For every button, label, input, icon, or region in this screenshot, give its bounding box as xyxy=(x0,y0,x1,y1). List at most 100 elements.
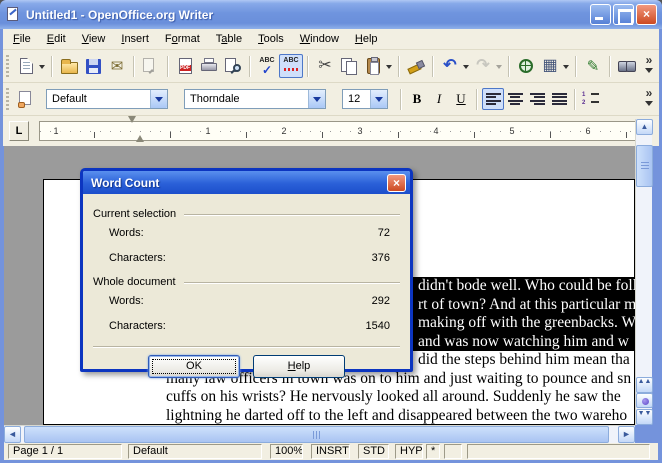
menu-window[interactable]: Window xyxy=(292,30,347,48)
menu-format[interactable]: Format xyxy=(157,30,208,48)
ruler-number: 5 xyxy=(507,125,516,137)
menu-view[interactable]: View xyxy=(74,30,114,48)
minimize-button[interactable] xyxy=(590,4,611,25)
scroll-left-button[interactable]: ◄ xyxy=(4,426,21,443)
paste-dropdown-icon[interactable] xyxy=(386,65,392,72)
horizontal-scrollbar[interactable]: ◄ ► xyxy=(4,425,635,443)
ok-button[interactable]: OK xyxy=(148,355,240,378)
tab-stop-selector[interactable]: L xyxy=(9,121,29,141)
scroll-right-button[interactable]: ► xyxy=(618,426,635,443)
vertical-scroll-thumb[interactable] xyxy=(636,145,653,187)
empty-status-field[interactable] xyxy=(444,444,462,459)
open-button[interactable] xyxy=(57,54,81,78)
words-label: Words: xyxy=(109,227,144,239)
print-button[interactable] xyxy=(197,54,221,78)
draw-functions-button[interactable]: ✎ xyxy=(581,54,605,78)
table-dropdown-icon[interactable] xyxy=(563,65,569,72)
spellcheck-checkmark-icon: ✓ xyxy=(262,63,272,77)
menu-insert[interactable]: Insert xyxy=(113,30,157,48)
email-button[interactable]: ✉ xyxy=(105,54,129,78)
italic-button[interactable]: I xyxy=(428,88,450,110)
close-button[interactable]: × xyxy=(636,4,657,25)
menu-tools[interactable]: Tools xyxy=(250,30,292,48)
ruler-tick xyxy=(94,132,95,138)
menu-file[interactable]: File xyxy=(5,30,39,48)
modified-flag-field[interactable]: * xyxy=(426,444,440,459)
style-dropdown-button[interactable] xyxy=(150,90,167,108)
page-preview-button[interactable] xyxy=(221,54,245,78)
hyperlink-button[interactable] xyxy=(514,54,538,78)
font-size-combobox[interactable]: 12 xyxy=(342,89,388,109)
dialog-close-button[interactable]: × xyxy=(387,174,406,192)
previous-page-button[interactable]: ▲▲ xyxy=(636,377,653,393)
align-left-button[interactable] xyxy=(482,88,504,110)
next-page-button[interactable]: ▼▼ xyxy=(636,409,653,425)
edit-file-icon xyxy=(143,58,159,75)
paintbrush-icon xyxy=(407,58,425,74)
justify-button[interactable] xyxy=(548,88,570,110)
zoom-field[interactable]: 100% xyxy=(270,444,303,459)
export-pdf-button[interactable]: PDF xyxy=(173,54,197,78)
insert-mode-field[interactable]: INSRT xyxy=(311,444,350,459)
scroll-up-button[interactable]: ▲ xyxy=(636,119,653,135)
insert-table-button[interactable]: ▦ xyxy=(538,54,562,78)
horizontal-ruler[interactable]: 1 1 2 3 4 5 6 xyxy=(39,121,637,141)
font-name-combobox[interactable]: Thorndale xyxy=(184,89,326,109)
page-style-field[interactable]: Default xyxy=(128,444,262,459)
styles-hand-icon xyxy=(18,102,25,108)
horizontal-scroll-thumb[interactable] xyxy=(24,426,609,443)
toolbar-separator xyxy=(400,89,402,110)
cut-button[interactable]: ✂ xyxy=(313,54,337,78)
navigation-button[interactable] xyxy=(636,393,653,408)
font-dropdown-button[interactable] xyxy=(308,90,325,108)
menu-edit[interactable]: Edit xyxy=(39,30,74,48)
underline-button[interactable]: U xyxy=(450,88,472,110)
help-button[interactable]: Help xyxy=(253,355,345,378)
align-right-button[interactable] xyxy=(526,88,548,110)
toolbar-grip[interactable] xyxy=(6,88,9,110)
menu-bar: File Edit View Insert Format Table Tools… xyxy=(3,29,659,50)
redo-dropdown-icon[interactable] xyxy=(496,65,502,72)
paste-button[interactable] xyxy=(361,54,385,78)
undo-button[interactable]: ↶ xyxy=(438,54,462,78)
format-paintbrush-button[interactable] xyxy=(404,54,428,78)
toolbar-overflow-button[interactable]: » xyxy=(645,56,653,77)
spellcheck-button[interactable]: ABC✓ xyxy=(255,54,279,78)
bold-button[interactable]: B xyxy=(406,88,428,110)
hyperlink-mode-field[interactable]: HYP xyxy=(395,444,423,459)
page-number-field[interactable]: Page 1 / 1 xyxy=(8,444,122,459)
maximize-button[interactable] xyxy=(613,4,634,25)
toolbar-separator xyxy=(249,56,251,77)
empty-status-field-long[interactable] xyxy=(467,444,650,459)
align-center-button[interactable] xyxy=(504,88,526,110)
toolbar-grip[interactable] xyxy=(6,55,9,77)
vertical-scrollbar[interactable]: ▲ ▲▲ ▼▼ xyxy=(635,119,652,425)
menu-help[interactable]: Help xyxy=(347,30,386,48)
dialog-title-bar[interactable]: Word Count × xyxy=(83,171,410,194)
size-dropdown-button[interactable] xyxy=(370,90,387,108)
new-document-button[interactable] xyxy=(14,54,38,78)
numbering-button[interactable]: 12 xyxy=(580,88,602,110)
writer-window: Untitled1 - OpenOffice.org Writer × File… xyxy=(0,0,662,463)
save-button[interactable] xyxy=(81,54,105,78)
selection-mode-field[interactable]: STD xyxy=(358,444,389,459)
undo-dropdown-icon[interactable] xyxy=(463,65,469,72)
toolbar-overflow-button[interactable]: » xyxy=(645,89,653,110)
title-bar[interactable]: Untitled1 - OpenOffice.org Writer × xyxy=(0,0,662,29)
new-document-dropdown-icon[interactable] xyxy=(39,65,45,72)
paragraph-style-combobox[interactable]: Default xyxy=(46,89,168,109)
text-line[interactable]: cuffs on his wrists? He nervously looked… xyxy=(166,388,635,407)
edit-file-button[interactable] xyxy=(139,54,163,78)
copy-button[interactable] xyxy=(337,54,361,78)
indent-marker[interactable] xyxy=(128,123,137,140)
redo-button[interactable]: ↷ xyxy=(471,54,495,78)
styles-formatting-button[interactable] xyxy=(14,87,38,111)
autospellcheck-button[interactable]: ABC xyxy=(279,54,303,78)
ruler-tick xyxy=(550,132,551,138)
menu-table[interactable]: Table xyxy=(208,30,250,48)
find-replace-button[interactable] xyxy=(615,54,639,78)
text-line[interactable]: lightning he darted off to the left and … xyxy=(166,407,635,426)
toolbar-separator xyxy=(133,56,135,77)
printer-paper xyxy=(204,58,214,63)
toolbar-separator xyxy=(575,56,577,77)
